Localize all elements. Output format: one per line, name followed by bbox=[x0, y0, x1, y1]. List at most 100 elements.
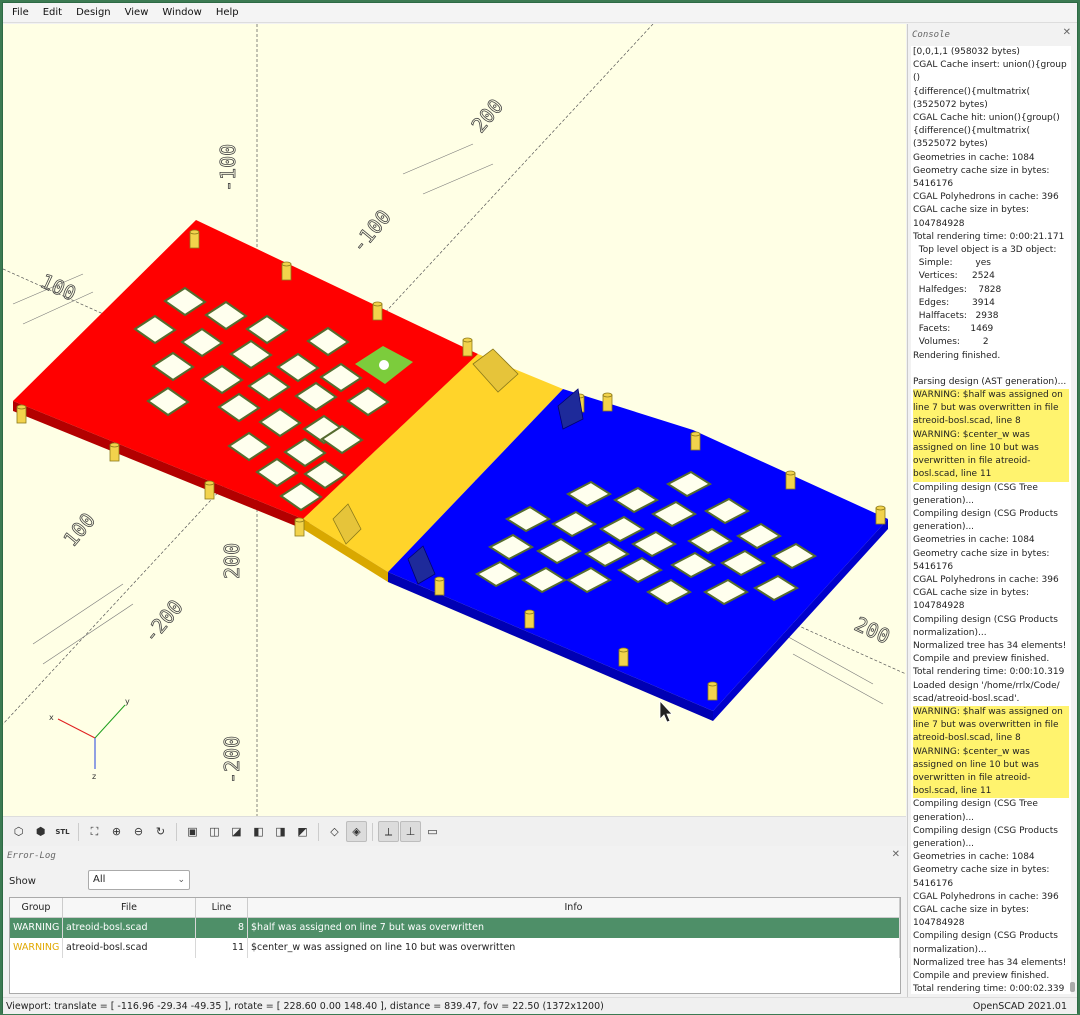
close-icon[interactable]: ✕ bbox=[1063, 27, 1071, 38]
mouse-cursor bbox=[659, 699, 673, 723]
console-line: generation)... bbox=[913, 812, 975, 823]
axis-label-y-pos: 200 bbox=[466, 94, 508, 137]
menu-window[interactable]: Window bbox=[155, 3, 208, 23]
menu-help[interactable]: Help bbox=[209, 3, 246, 23]
console-line: Geometry cache size in bytes: bbox=[913, 548, 1050, 559]
axes-gizmo: x y z bbox=[49, 697, 130, 781]
menu-edit[interactable]: Edit bbox=[36, 3, 69, 23]
view-left-icon[interactable]: ◧ bbox=[248, 821, 269, 842]
show-scale-icon[interactable]: ⊥ bbox=[400, 821, 421, 842]
console-line: Halfedges: 7828 bbox=[913, 284, 1002, 295]
console-line: generation)... bbox=[913, 495, 975, 506]
console-line: Geometry cache size in bytes: bbox=[913, 865, 1050, 876]
render-icon[interactable]: ⬡ bbox=[8, 821, 29, 842]
gizmo-z-label: z bbox=[92, 772, 96, 781]
console-line: 5416176 bbox=[913, 179, 954, 190]
close-icon[interactable]: ✕ bbox=[892, 849, 900, 860]
zoom-in-icon[interactable]: ⊕ bbox=[106, 821, 127, 842]
show-filter-value: All bbox=[93, 874, 106, 885]
console-line: 104784928 bbox=[913, 218, 965, 229]
console-line: Parsing design (AST generation)... bbox=[913, 376, 1067, 387]
toolbar-separator bbox=[78, 822, 79, 841]
console-line: atreoid-bosl.scad, line 8 bbox=[913, 415, 1069, 429]
console-line: (3525072 bytes) bbox=[913, 99, 988, 110]
export-stl-icon[interactable]: STL bbox=[52, 821, 73, 842]
zoom-out-icon[interactable]: ⊖ bbox=[128, 821, 149, 842]
console-line: WARNING: $half was assigned on bbox=[913, 705, 1069, 720]
console-line: Edges: 3914 bbox=[913, 297, 995, 308]
row-info: $center_w was assigned on line 10 but wa… bbox=[248, 938, 900, 958]
console-line: Compiling design (CSG Products bbox=[913, 614, 1058, 625]
status-bar: Viewport: translate = [ -116.96 -29.34 -… bbox=[3, 997, 1077, 1014]
table-row[interactable]: WARNING atreoid-bosl.scad 11 $center_w w… bbox=[10, 938, 900, 958]
menu-view[interactable]: View bbox=[118, 3, 156, 23]
reset-view-icon[interactable]: ↻ bbox=[150, 821, 171, 842]
console-line: Compiling design (CSG Products bbox=[913, 825, 1058, 836]
console-line: Rendering finished. bbox=[913, 350, 1001, 361]
console-line: {difference(){multmatrix( bbox=[913, 86, 1031, 97]
perspective-icon[interactable]: ◇ bbox=[324, 821, 345, 842]
show-label: Show bbox=[9, 876, 36, 887]
show-axes-icon[interactable]: ⟂ bbox=[378, 821, 399, 842]
gizmo-y-label: y bbox=[125, 697, 130, 706]
3d-viewport[interactable]: -100 -200 -100 100 200 100 200 200 -200 bbox=[3, 24, 906, 816]
console-line: CGAL Polyhedrons in cache: 396 bbox=[913, 574, 1059, 585]
console-line: 5416176 bbox=[913, 878, 954, 889]
console-output[interactable]: [0,0,1,1 (958032 bytes) CGAL Cache insert… bbox=[911, 46, 1071, 994]
zoom-all-icon[interactable]: ⛶ bbox=[84, 821, 105, 842]
view-right-icon[interactable]: ▣ bbox=[182, 821, 203, 842]
menu-file[interactable]: File bbox=[5, 3, 36, 23]
axis-label-z-bottom: -200 bbox=[220, 736, 244, 784]
gizmo-x-label: x bbox=[49, 713, 54, 722]
show-edges-icon[interactable]: ▭ bbox=[422, 821, 443, 842]
error-log-table: Group File Line Info WARNING atreoid-bos… bbox=[9, 897, 901, 994]
console-line: generation)... bbox=[913, 838, 975, 849]
console-line: Geometries in cache: 1084 bbox=[913, 852, 1035, 863]
row-info: $half was assigned on line 7 but was ove… bbox=[248, 918, 900, 938]
console-line: Compiling design (CSG Products bbox=[913, 508, 1058, 519]
axis-label-diag: -200 bbox=[138, 595, 187, 647]
console-line: CGAL cache size in bytes: bbox=[913, 205, 1030, 216]
console-line: CGAL cache size in bytes: bbox=[913, 905, 1030, 915]
console-line: Geometries in cache: 1084 bbox=[913, 152, 1035, 163]
console-line: 5416176 bbox=[913, 561, 954, 572]
console-line: Compiling design (CSG Tree bbox=[913, 482, 1038, 493]
model-render[interactable]: -100 -200 -100 100 200 100 200 200 -200 bbox=[3, 24, 906, 816]
column-header-group[interactable]: Group bbox=[10, 898, 63, 917]
console-line: Volumes: 2 bbox=[913, 337, 989, 348]
openscad-window: File Edit Design View Window Help -100 -… bbox=[2, 2, 1078, 1014]
column-header-info[interactable]: Info bbox=[248, 898, 900, 917]
console-line: bosl.scad, line 11 bbox=[913, 468, 1069, 482]
view-top-icon[interactable]: ◫ bbox=[204, 821, 225, 842]
console-line: WARNING: $center_w was bbox=[913, 745, 1069, 759]
console-line: CGAL Cache hit: union(){group() bbox=[913, 113, 1060, 124]
console-line: Compiling design (CSG Products bbox=[913, 931, 1058, 942]
console-line: Facets: 1469 bbox=[913, 324, 994, 335]
console-line: Compiling design (CSG Tree bbox=[913, 799, 1038, 810]
console-line: Compile and preview finished. bbox=[913, 971, 1050, 982]
show-filter-select[interactable]: All ⌄ bbox=[88, 870, 190, 890]
table-row[interactable]: WARNING atreoid-bosl.scad 8 $half was as… bbox=[10, 918, 900, 938]
column-header-line[interactable]: Line bbox=[196, 898, 248, 917]
row-line: 8 bbox=[196, 918, 248, 938]
console-line: Normalized tree has 34 elements! bbox=[913, 957, 1067, 968]
axis-label-z-mid: 200 bbox=[220, 543, 244, 579]
console-line: assigned on line 10 but was bbox=[913, 758, 1069, 772]
row-group: WARNING bbox=[10, 938, 63, 958]
column-header-file[interactable]: File bbox=[63, 898, 196, 917]
view-bottom-icon[interactable]: ◪ bbox=[226, 821, 247, 842]
console-scrollbar[interactable] bbox=[1070, 982, 1075, 992]
axis-label-x-far: 200 bbox=[851, 612, 894, 649]
orthogonal-icon[interactable]: ◈ bbox=[346, 821, 367, 842]
console-line: line 7 but was overwritten in file bbox=[913, 402, 1069, 416]
view-back-icon[interactable]: ◩ bbox=[292, 821, 313, 842]
console-line: Total rendering time: 0:00:21.171 bbox=[913, 231, 1065, 242]
menu-design[interactable]: Design bbox=[69, 3, 118, 23]
error-log-title: Error-Log bbox=[7, 851, 56, 861]
view-front-icon[interactable]: ◨ bbox=[270, 821, 291, 842]
toolbar-separator bbox=[318, 822, 319, 841]
console-line: WARNING: $half was assigned on bbox=[913, 389, 1069, 403]
console-line: CGAL Polyhedrons in cache: 396 bbox=[913, 192, 1059, 203]
toolbar-separator bbox=[372, 822, 373, 841]
preview-icon[interactable]: ⬢ bbox=[30, 821, 51, 842]
